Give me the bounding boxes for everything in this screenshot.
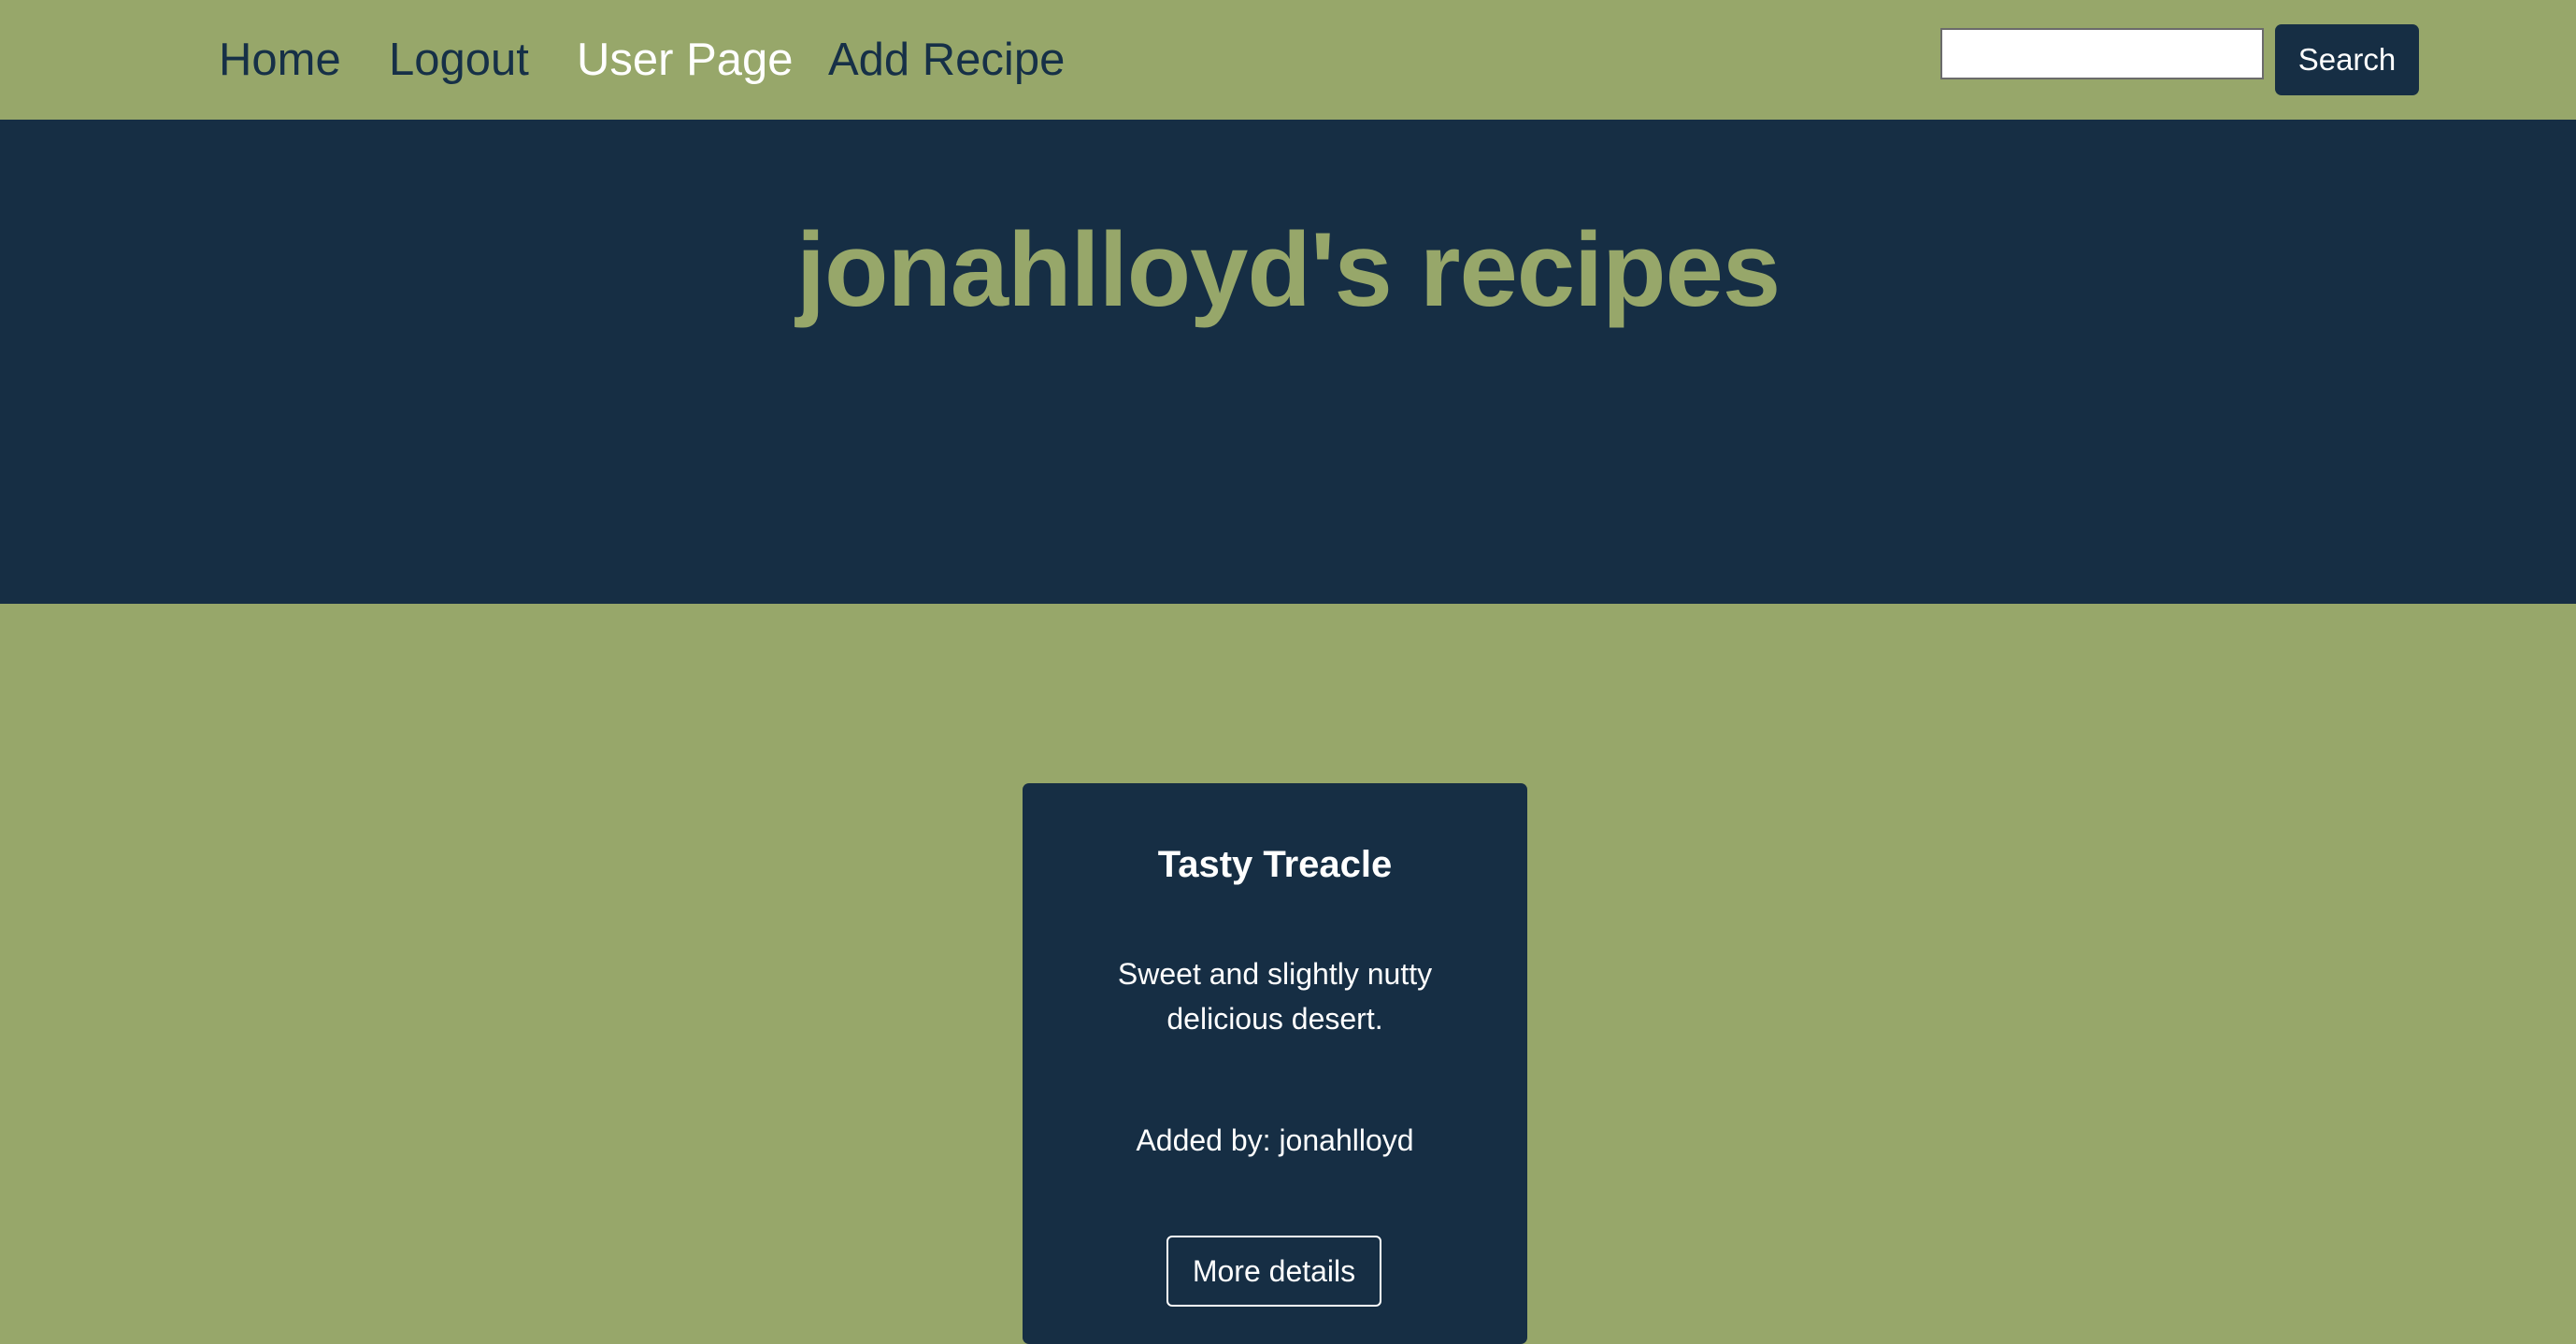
search-input[interactable] bbox=[1940, 28, 2264, 79]
nav-link-home[interactable]: Home bbox=[219, 28, 341, 92]
nav-link-add-recipe[interactable]: Add Recipe bbox=[828, 28, 1065, 92]
recipe-card: Tasty Treacle Sweet and slightly nutty d… bbox=[1023, 783, 1527, 1344]
navbar: Home Logout User Page Add Recipe Search bbox=[0, 0, 2576, 120]
nav-link-user-page[interactable]: User Page bbox=[577, 28, 794, 92]
recipe-title: Tasty Treacle bbox=[1157, 844, 1393, 885]
more-details-button[interactable]: More details bbox=[1166, 1236, 1381, 1307]
search-button[interactable]: Search bbox=[2275, 24, 2419, 95]
recipe-description: Sweet and slightly nutty delicious deser… bbox=[1117, 957, 1433, 1036]
recipe-author: Added by: jonahlloyd bbox=[1136, 1123, 1414, 1157]
nav-link-logout[interactable]: Logout bbox=[389, 28, 529, 92]
page-title: jonahlloyd's recipes bbox=[795, 211, 1781, 328]
